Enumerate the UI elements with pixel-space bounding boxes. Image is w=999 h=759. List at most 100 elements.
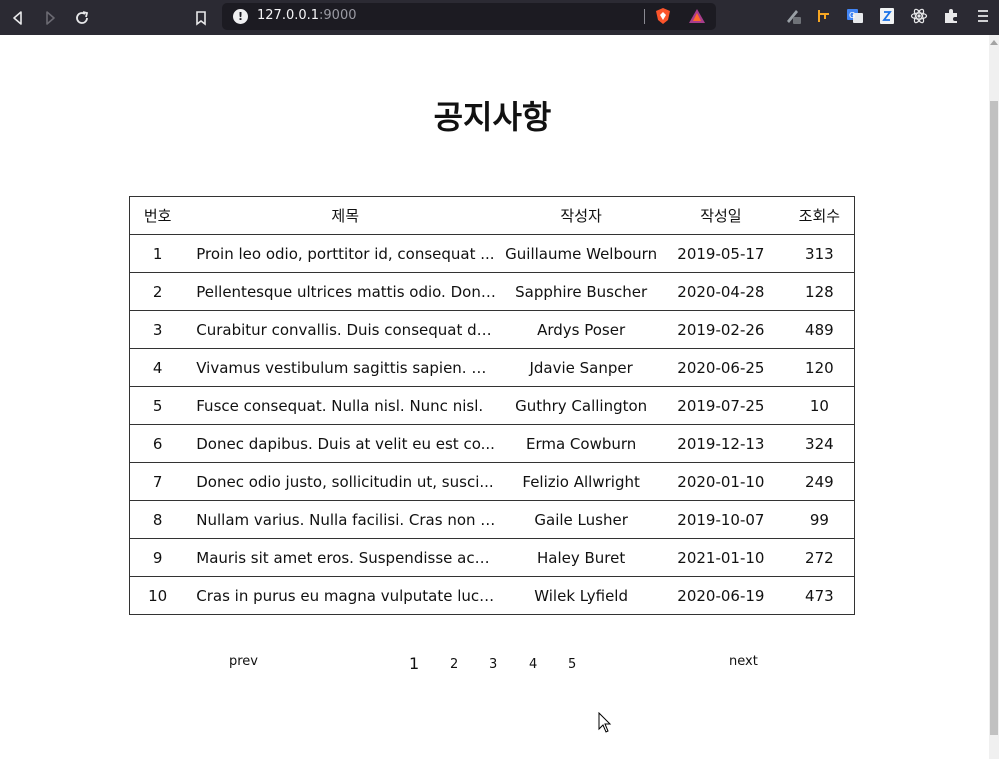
brave-rewards-icon[interactable] bbox=[688, 7, 706, 25]
row-views: 249 bbox=[784, 462, 855, 501]
row-title-link[interactable]: Proin leo odio, porttitor id, consequat … bbox=[196, 245, 496, 263]
next-page-button[interactable]: next bbox=[729, 654, 758, 669]
table-row[interactable]: 2 Pellentesque ultrices mattis odio. Don… bbox=[129, 272, 855, 311]
row-title-link[interactable]: Vivamus vestibulum sagittis sapien. Cu..… bbox=[196, 359, 496, 377]
table-row[interactable]: 3 Curabitur convallis. Duis consequat du… bbox=[129, 310, 855, 349]
row-title-cell: Proin leo odio, porttitor id, consequat … bbox=[185, 234, 506, 273]
extensions-puzzle-icon[interactable] bbox=[942, 7, 960, 25]
table-row[interactable]: 10 Cras in purus eu magna vulputate luct… bbox=[130, 577, 855, 615]
row-title-link[interactable]: Donec odio justo, sollicitudin ut, susci… bbox=[196, 473, 496, 491]
row-title-link[interactable]: Curabitur convallis. Duis consequat dui.… bbox=[196, 321, 496, 339]
row-author: Felizio Allwright bbox=[505, 462, 658, 501]
page-5-button[interactable]: 5 bbox=[568, 657, 576, 672]
row-date: 2019-12-13 bbox=[657, 424, 785, 463]
row-views: 128 bbox=[784, 272, 855, 311]
row-views: 313 bbox=[784, 234, 855, 273]
row-no: 4 bbox=[129, 348, 186, 387]
row-author: Guillaume Welbourn bbox=[505, 234, 658, 273]
table-row[interactable]: 7 Donec odio justo, sollicitudin ut, sus… bbox=[129, 462, 855, 501]
row-views: 272 bbox=[784, 538, 855, 577]
row-no: 3 bbox=[129, 310, 186, 349]
row-title-link[interactable]: Cras in purus eu magna vulputate luct... bbox=[196, 587, 496, 605]
row-title-cell: Vivamus vestibulum sagittis sapien. Cu..… bbox=[185, 348, 506, 387]
header-author: 작성자 bbox=[505, 196, 658, 235]
row-title-link[interactable]: Nullam varius. Nulla facilisi. Cras non … bbox=[196, 511, 496, 529]
table-row[interactable]: 5 Fusce consequat. Nulla nisl. Nunc nisl… bbox=[129, 386, 855, 425]
extension-git-icon[interactable] bbox=[815, 7, 833, 25]
row-title-cell: Curabitur convallis. Duis consequat dui.… bbox=[185, 310, 506, 349]
header-date: 작성일 bbox=[657, 196, 785, 235]
site-info-icon[interactable]: ! bbox=[233, 9, 248, 24]
row-title-link[interactable]: Donec dapibus. Duis at velit eu est co..… bbox=[196, 435, 496, 453]
row-author: Gaile Lusher bbox=[505, 500, 658, 539]
scroll-up-arrow-icon[interactable] bbox=[990, 40, 998, 45]
row-author: Erma Cowburn bbox=[505, 424, 658, 463]
row-title-cell: Cras in purus eu magna vulputate luct... bbox=[185, 577, 505, 615]
row-views: 99 bbox=[784, 500, 855, 539]
row-title-cell: Mauris sit amet eros. Suspendisse accu..… bbox=[185, 538, 506, 577]
row-no: 9 bbox=[129, 538, 186, 577]
row-no: 2 bbox=[129, 272, 186, 311]
back-icon[interactable] bbox=[8, 8, 28, 28]
header-title: 제목 bbox=[185, 196, 506, 235]
extension-doc-icon[interactable] bbox=[878, 7, 896, 25]
row-author: Ardys Poser bbox=[505, 310, 658, 349]
page-4-button[interactable]: 4 bbox=[529, 657, 537, 672]
table-row[interactable]: 9 Mauris sit amet eros. Suspendisse accu… bbox=[129, 538, 855, 577]
reload-icon[interactable] bbox=[72, 8, 92, 28]
row-title-link[interactable]: Mauris sit amet eros. Suspendisse accu..… bbox=[196, 549, 496, 567]
table-row[interactable]: 4 Vivamus vestibulum sagittis sapien. Cu… bbox=[129, 348, 855, 387]
row-date: 2019-05-17 bbox=[657, 234, 785, 273]
row-author: Haley Buret bbox=[505, 538, 658, 577]
page-1-button[interactable]: 1 bbox=[409, 654, 419, 673]
row-views: 473 bbox=[805, 586, 834, 605]
row-author: Wilek Lyfield bbox=[534, 586, 628, 605]
browser-toolbar: ! 127.0.0.1:9000 G bbox=[0, 0, 999, 35]
row-no: 10 bbox=[148, 586, 168, 605]
brave-shield-icon[interactable] bbox=[654, 7, 672, 25]
menu-icon[interactable] bbox=[974, 7, 992, 25]
row-date: 2019-02-26 bbox=[657, 310, 785, 349]
prev-page-button[interactable]: prev bbox=[229, 654, 258, 669]
row-date: 2021-01-10 bbox=[657, 538, 785, 577]
bookmark-icon[interactable] bbox=[191, 8, 211, 28]
row-date: 2019-07-25 bbox=[657, 386, 785, 425]
page-2-button[interactable]: 2 bbox=[450, 657, 458, 672]
header-views: 조회수 bbox=[784, 196, 855, 235]
row-title-cell: Donec odio justo, sollicitudin ut, susci… bbox=[185, 462, 506, 501]
scrollbar-thumb[interactable] bbox=[990, 101, 998, 735]
table-row[interactable]: 8 Nullam varius. Nulla facilisi. Cras no… bbox=[129, 500, 855, 539]
notice-table: 번호 제목 작성자 작성일 조회수 1 Proin leo odio, port… bbox=[129, 196, 855, 615]
url-text: 127.0.0.1:9000 bbox=[257, 8, 357, 23]
row-no: 6 bbox=[129, 424, 186, 463]
page-title: 공지사항 bbox=[433, 98, 552, 136]
extension-translate-icon[interactable]: G bbox=[846, 7, 864, 25]
address-bar-divider bbox=[644, 9, 645, 24]
table-row[interactable]: 1 Proin leo odio, porttitor id, consequa… bbox=[129, 234, 855, 273]
forward-icon[interactable] bbox=[40, 8, 60, 28]
row-views: 120 bbox=[784, 348, 855, 387]
row-author: Sapphire Buscher bbox=[505, 272, 658, 311]
extension-pen-icon[interactable] bbox=[784, 7, 802, 25]
row-title-link[interactable]: Pellentesque ultrices mattis odio. Done.… bbox=[196, 283, 496, 301]
row-date: 2019-10-07 bbox=[657, 500, 785, 539]
row-date: 2020-01-10 bbox=[657, 462, 785, 501]
row-author: Jdavie Sanper bbox=[505, 348, 658, 387]
page-3-button[interactable]: 3 bbox=[489, 657, 497, 672]
row-author: Guthry Callington bbox=[505, 386, 658, 425]
react-devtools-icon[interactable] bbox=[910, 7, 928, 25]
address-bar[interactable]: ! 127.0.0.1:9000 bbox=[222, 3, 716, 30]
pagination: prev 1 2 3 4 5 next bbox=[0, 652, 985, 676]
row-title-cell: Nullam varius. Nulla facilisi. Cras non … bbox=[185, 500, 506, 539]
row-no: 5 bbox=[129, 386, 186, 425]
table-row[interactable]: 6 Donec dapibus. Duis at velit eu est co… bbox=[129, 424, 855, 463]
row-no: 8 bbox=[129, 500, 186, 539]
row-no: 1 bbox=[129, 234, 186, 273]
svg-text:G: G bbox=[849, 11, 855, 20]
row-date: 2020-04-28 bbox=[657, 272, 785, 311]
row-views: 489 bbox=[784, 310, 855, 349]
row-title-cell: Pellentesque ultrices mattis odio. Done.… bbox=[185, 272, 506, 311]
row-title-link[interactable]: Fusce consequat. Nulla nisl. Nunc nisl. bbox=[196, 397, 496, 415]
table-header-row: 번호 제목 작성자 작성일 조회수 bbox=[129, 196, 855, 235]
row-date: 2020-06-25 bbox=[657, 348, 785, 387]
